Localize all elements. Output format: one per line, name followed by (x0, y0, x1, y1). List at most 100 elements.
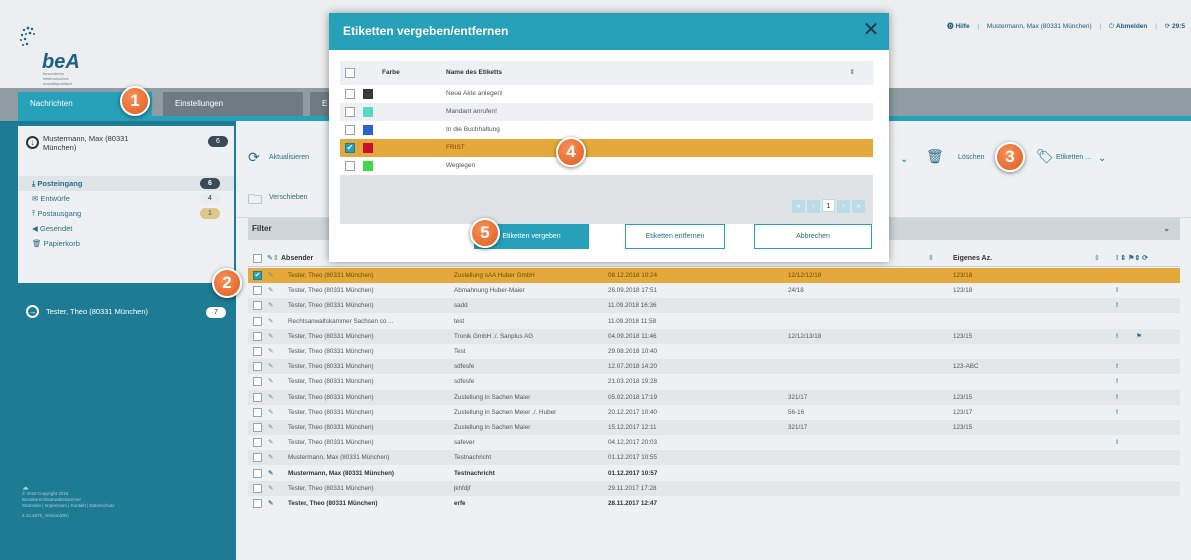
labels-button[interactable]: Etiketten ... (1056, 154, 1091, 161)
sort-icon[interactable]: ⇕ (1094, 250, 1100, 267)
label-row[interactable]: ✔ FRIST (340, 139, 873, 157)
cell-date: 20.12.2017 10:40 (608, 408, 658, 416)
label-checkbox[interactable] (345, 89, 355, 99)
label-row[interactable]: Weglegen (340, 157, 873, 175)
first-page-icon[interactable]: « (792, 200, 805, 213)
sidebar-item-gesendet[interactable]: ◀ Gesendet (18, 221, 234, 236)
priority-col-icon[interactable]: ! ⇕ ⚑⇕ ⟳ (1116, 250, 1148, 267)
label-row[interactable]: Neue Akte anlegen! (340, 85, 873, 103)
tab-third[interactable]: E (310, 92, 330, 116)
chevron-down-icon[interactable]: ⌄ (1163, 218, 1170, 240)
sidebar-item-postausgang[interactable]: ⤒ Postausgang 1 (18, 206, 234, 221)
remove-labels-button[interactable]: Etiketten entfernen (625, 224, 725, 249)
label-checkbox[interactable] (345, 161, 355, 171)
folder-icon[interactable]: 🗀 (248, 189, 262, 213)
label-color-swatch (363, 143, 373, 153)
row-checkbox[interactable] (253, 392, 262, 402)
collapse-icon[interactable]: ↓ (26, 136, 39, 149)
row-checkbox[interactable] (253, 499, 262, 508)
cancel-button[interactable]: Abbrechen (754, 224, 872, 249)
table-row[interactable]: ✔ ✎ Tester, Theo (80331 München) Zustellung… (248, 268, 1180, 283)
row-checkbox[interactable] (253, 286, 262, 296)
table-row[interactable]: ✎ Mustermann, Max (80331 München) Testnach… (248, 465, 1180, 481)
tag-icon[interactable]: 🏷 (1036, 148, 1054, 165)
row-checkbox[interactable] (253, 407, 262, 417)
cell-subject: Zustellung in Sachen Meier ./. Huber (454, 408, 557, 416)
cell-subject: Testnachricht (454, 454, 492, 462)
table-row[interactable]: ✎ Tester, Theo (80331 München) jkhfdjf 29.1… (248, 480, 1180, 496)
account-tester[interactable]: → Tester, Theo (80331 München) 7 (18, 298, 234, 326)
folder-list: ⤓ Posteingang 6 ✉ Entwürfe 4 ⤒ Postausgang… (18, 176, 234, 251)
trash-icon[interactable]: 🗑 (926, 148, 944, 165)
refresh-button[interactable]: Aktualisieren (269, 154, 309, 161)
table-row[interactable]: ✎ Tester, Theo (80331 München) sdfesfe 21.0… (248, 374, 1180, 390)
label-checkbox[interactable] (345, 125, 355, 135)
row-checkbox[interactable] (253, 423, 262, 432)
table-row[interactable]: ✎ Tester, Theo (80331 München) Tronik GmbH… (248, 328, 1180, 344)
cell-subject: Tronik GmbH ./. Sanplus AG (454, 332, 534, 340)
row-checkbox[interactable] (253, 453, 262, 463)
sidebar-item-entwuerfe[interactable]: ✉ Entwürfe 4 (18, 191, 234, 206)
prev-page-icon[interactable]: ‹ (807, 200, 820, 213)
sidebar-item-papierkorb[interactable]: 🗑 Papierkorb (18, 236, 234, 251)
edit-icon: ✎ (268, 408, 274, 416)
label-name: Weglegen (446, 162, 476, 169)
last-page-icon[interactable]: » (852, 200, 865, 213)
row-checkbox[interactable] (253, 362, 262, 372)
current-page[interactable]: 1 (822, 199, 835, 212)
edit-icon: ✎ (268, 317, 274, 325)
label-row[interactable]: In die Buchhaltung (340, 121, 873, 139)
cell-sender: Tester, Theo (80331 München) (288, 272, 374, 279)
tab-einstellungen[interactable]: Einstellungen (163, 92, 303, 116)
row-checkbox[interactable] (253, 347, 262, 356)
label-checkbox[interactable]: ✔ (345, 143, 355, 153)
table-row[interactable]: ✎ Tester, Theo (80331 München) Zustellung … (248, 404, 1180, 420)
select-all-checkbox[interactable] (253, 254, 262, 263)
row-checkbox[interactable] (253, 301, 262, 311)
select-all-checkbox[interactable] (345, 68, 355, 78)
sidebar-item-posteingang[interactable]: ⤓ Posteingang 6 (18, 176, 234, 191)
cell-sender: Mustermann, Max (80331 München) (288, 469, 395, 477)
chevron-down-icon[interactable]: ⌄ (900, 154, 908, 165)
table-row[interactable]: ✎ Mustermann, Max (80331 München) Testnach… (248, 450, 1180, 466)
expand-icon[interactable]: → (26, 305, 39, 318)
logout-link[interactable]: ⏻ Abmelden (1109, 23, 1147, 30)
sort-icon[interactable]: ⇕ (850, 61, 855, 85)
move-button[interactable]: Verschieben (269, 194, 308, 201)
col-label-name[interactable]: Name des Etiketts (446, 61, 502, 85)
table-row[interactable]: ✎ Tester, Theo (80331 München) erfe 28.11.2… (248, 496, 1180, 511)
row-checkbox[interactable]: ✔ (253, 271, 262, 280)
delete-button[interactable]: Löschen (958, 154, 984, 161)
table-row[interactable]: ✎ Tester, Theo (80331 München) sdfesfe 12.0… (248, 359, 1180, 375)
label-checkbox[interactable] (345, 107, 355, 117)
row-checkbox[interactable] (253, 438, 262, 448)
table-row[interactable]: ✎ Tester, Theo (80331 München) sadd 11.09.2… (248, 298, 1180, 314)
sidebar-item-label: Postausgang (37, 209, 82, 218)
row-checkbox[interactable] (253, 468, 262, 478)
col-sender[interactable]: Absender (281, 250, 313, 267)
row-checkbox[interactable] (253, 316, 262, 326)
row-checkbox[interactable] (253, 331, 262, 341)
sort-icon[interactable]: ✎⇕ (267, 250, 279, 267)
col-own-ref[interactable]: Eigenes Az. (953, 250, 992, 267)
sort-icon[interactable]: ⇕ (928, 250, 934, 267)
help-link[interactable]: ⓿ Hilfe (947, 23, 969, 30)
cell-subject: Zustellung in Sachen Maier (454, 393, 531, 401)
next-page-icon[interactable]: › (837, 200, 850, 213)
table-row[interactable]: ✎ Tester, Theo (80331 München) Abmahnung H… (248, 283, 1180, 299)
table-row[interactable]: ✎ Tester, Theo (80331 München) safever 04.1… (248, 435, 1180, 451)
row-checkbox[interactable] (253, 483, 262, 493)
chevron-down-icon[interactable]: ⌄ (1098, 153, 1106, 164)
user-link[interactable]: Mustermann, Max (80331 München) (987, 23, 1092, 30)
table-row[interactable]: ✎ Rechtsanwaltskammer Sachsen co ... test 1… (248, 313, 1180, 329)
label-name: Mandant anrufen! (446, 108, 497, 115)
sidebar-footer: ⏶ © 2018 Copyright 2015 Bundesrechtsanwa… (22, 484, 232, 519)
table-row[interactable]: ✎ Tester, Theo (80331 München) Zustellung … (248, 420, 1180, 435)
footer-links[interactable]: Startseite | Impressum | Kontakt | Daten… (22, 503, 232, 509)
table-row[interactable]: ✎ Tester, Theo (80331 München) Test 29.08.2… (248, 344, 1180, 359)
row-checkbox[interactable] (253, 377, 262, 387)
close-icon[interactable]: ✕ (861, 19, 881, 41)
label-row[interactable]: Mandant anrufen! (340, 103, 873, 121)
table-row[interactable]: ✎ Tester, Theo (80331 München) Zustellung … (248, 389, 1180, 405)
refresh-icon[interactable]: ⟳ (248, 149, 260, 166)
